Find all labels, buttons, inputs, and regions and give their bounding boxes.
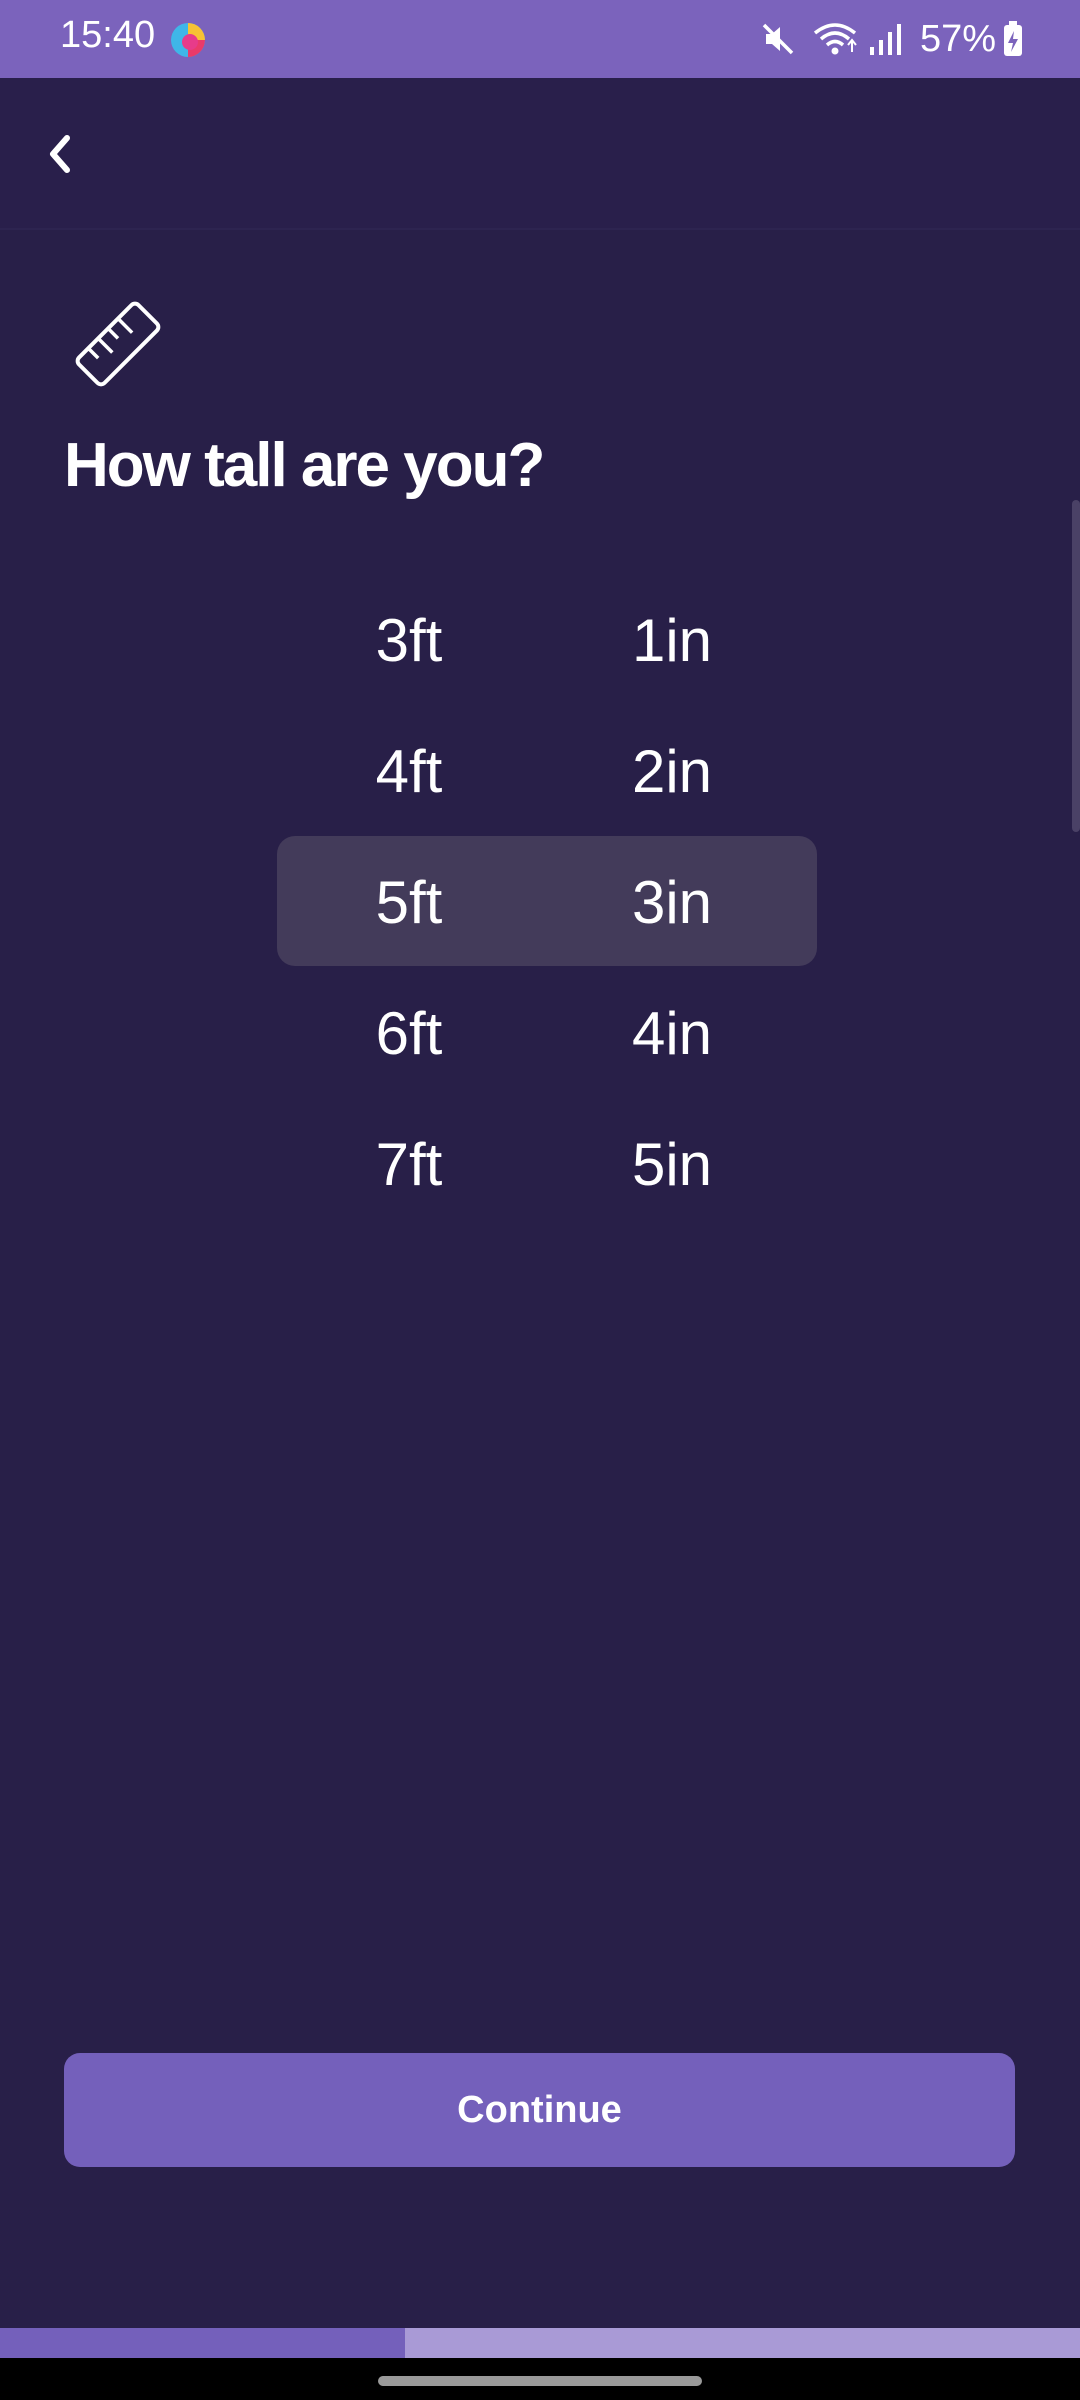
status-time: 15:40 [60,14,156,56]
feet-picker[interactable]: 3ft 4ft 5ft 6ft 7ft [309,575,509,1230]
scroll-indicator[interactable] [1072,500,1080,832]
page-title: How tall are you? [64,431,545,500]
feet-option[interactable]: 4ft [309,706,509,837]
inches-picker[interactable]: 1in 2in 3in 4in 5in [572,575,772,1230]
onboarding-progress-bar [0,2328,1080,2358]
chevron-left-icon [50,135,70,173]
signal-icon [869,24,901,55]
inches-option[interactable]: 2in [572,706,772,837]
status-bar: 15:40 57% [0,0,1080,78]
back-button[interactable] [30,118,90,190]
inches-option-selected[interactable]: 3in [572,837,772,968]
ruler-icon [75,301,161,387]
continue-button[interactable]: Continue [64,2053,1015,2167]
app-header [0,78,1080,230]
feet-option[interactable]: 6ft [309,968,509,1099]
battery-percentage: 57% [919,17,996,60]
wifi-icon [813,23,857,55]
navigation-bar [0,2358,1080,2400]
app-notification-icon [171,23,205,57]
status-icons: 57% [758,12,1024,66]
inches-option[interactable]: 4in [572,968,772,1099]
feet-option-selected[interactable]: 5ft [309,837,509,968]
battery-charging-icon [1004,21,1022,56]
inches-option[interactable]: 1in [572,575,772,706]
feet-option[interactable]: 7ft [309,1099,509,1230]
home-gesture-handle[interactable] [378,2376,702,2386]
progress-fill [0,2328,405,2358]
feet-option[interactable]: 3ft [309,575,509,706]
mute-icon [762,23,794,55]
inches-option[interactable]: 5in [572,1099,772,1230]
